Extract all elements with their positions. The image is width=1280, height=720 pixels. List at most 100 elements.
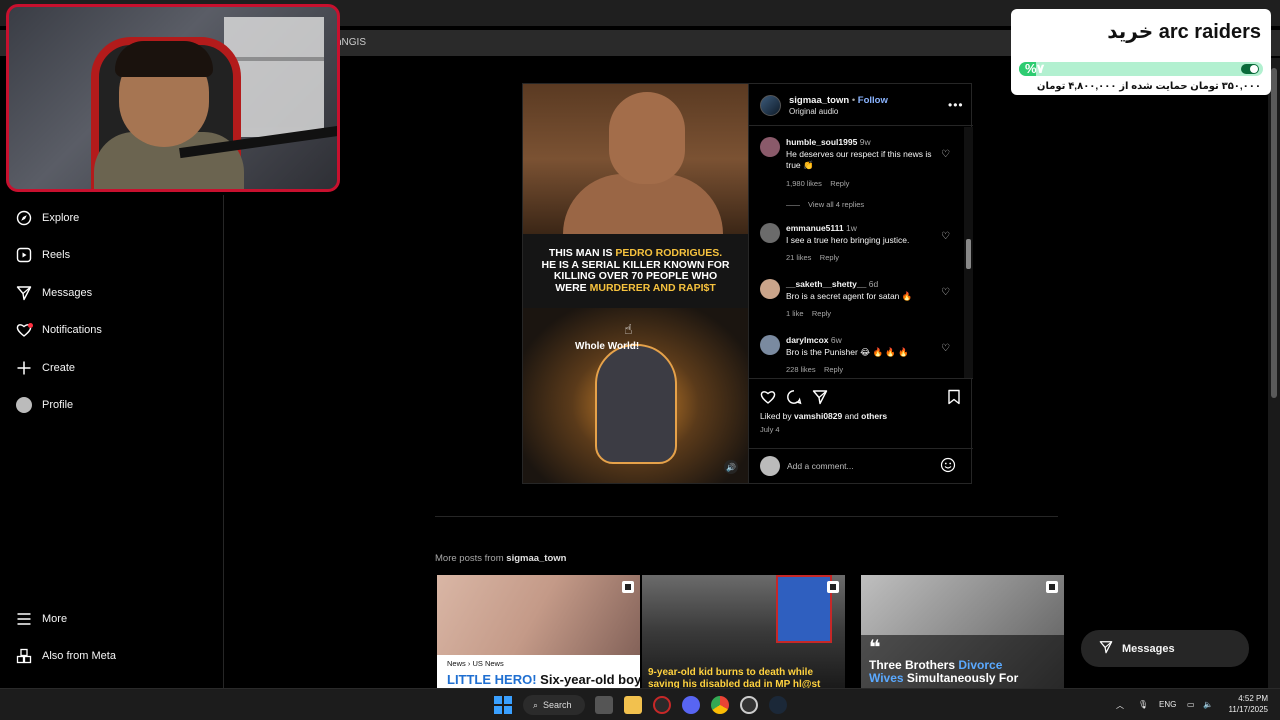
- sidebar-item-messages[interactable]: Messages: [16, 281, 92, 305]
- taskbar-search[interactable]: ⌕ Search: [523, 695, 585, 715]
- avatar[interactable]: [760, 335, 780, 355]
- donation-title: خرید arc raiders: [1107, 21, 1261, 43]
- avatar: [760, 456, 780, 476]
- post-username[interactable]: sigmaa_town: [789, 95, 849, 106]
- page-scrollbar[interactable]: [1268, 58, 1280, 688]
- search-icon: ⌕: [533, 699, 539, 710]
- volume-icon[interactable]: 🔈: [1203, 700, 1213, 709]
- donation-goal-widget: خرید arc raiders %۷ ۳۵۰,۰۰۰ تومان حمایت …: [1011, 9, 1271, 95]
- comments-list: humble_soul1995 9w He deserves our respe…: [749, 127, 973, 379]
- liked-by-others[interactable]: others: [861, 411, 887, 421]
- reply-button[interactable]: Reply: [820, 253, 839, 262]
- sidebar-item-label: Create: [42, 362, 76, 374]
- add-comment-input[interactable]: [787, 458, 927, 474]
- grid-apps-icon: [16, 648, 32, 664]
- media-overlay-text: Whole World!: [575, 341, 640, 352]
- add-comment-bar: [749, 448, 973, 483]
- messages-button[interactable]: Messages: [1081, 630, 1249, 667]
- heart-icon[interactable]: ♡: [941, 149, 950, 160]
- comment-likes[interactable]: 21 likes: [786, 253, 811, 262]
- taskbar-clock[interactable]: 4:52 PM 11/17/2025: [1222, 693, 1268, 715]
- obs-icon[interactable]: [740, 696, 758, 714]
- heart-icon[interactable]: ♡: [941, 343, 950, 354]
- post-media[interactable]: THIS MAN IS PEDRO RODRIGUES. HE IS A SER…: [523, 84, 748, 483]
- comment-username[interactable]: darylmcox: [786, 335, 829, 345]
- discord-icon[interactable]: [682, 696, 700, 714]
- donation-progress-bar: [1019, 62, 1263, 76]
- sidebar-item-reels[interactable]: Reels: [16, 243, 70, 267]
- sidebar-item-label: Reels: [42, 249, 71, 261]
- avatar[interactable]: [760, 223, 780, 243]
- speaker-icon[interactable]: 🔊: [724, 460, 738, 474]
- view-replies-button[interactable]: View all 4 replies: [786, 200, 864, 209]
- share-paper-plane-icon[interactable]: [811, 388, 829, 406]
- sidebar-item-explore[interactable]: Explore: [16, 206, 79, 230]
- emoji-icon[interactable]: [940, 457, 956, 473]
- hamburger-icon: [16, 611, 32, 627]
- comment-likes[interactable]: 1,980 likes: [786, 179, 822, 188]
- sidebar-item-label: Explore: [42, 212, 80, 224]
- avatar[interactable]: [760, 137, 780, 157]
- chrome-icon[interactable]: [711, 696, 729, 714]
- comment-bubble-icon[interactable]: [785, 388, 803, 406]
- windows-taskbar: ⌕ Search ︿ 🎙 ENG ▭ 🔈 4:52 PM 11/17/2025: [0, 688, 1280, 720]
- page-scrollbar-thumb[interactable]: [1271, 68, 1277, 398]
- liked-by-user[interactable]: vamshi0829: [794, 411, 842, 421]
- reply-button[interactable]: Reply: [824, 365, 843, 374]
- plus-icon: [16, 360, 32, 376]
- follow-button[interactable]: Follow: [858, 95, 888, 106]
- post-card: THIS MAN IS PEDRO RODRIGUES. HE IS A SER…: [522, 83, 973, 484]
- sidebar-item-also-from-meta[interactable]: Also from Meta: [16, 644, 116, 668]
- reel-badge-icon: [827, 581, 839, 593]
- comment-username[interactable]: emmanue5111: [786, 223, 844, 233]
- avatar[interactable]: [760, 279, 780, 299]
- windows-start-icon[interactable]: [494, 696, 512, 714]
- microphone-icon[interactable]: 🎙: [1138, 700, 1148, 709]
- avatar[interactable]: [760, 95, 781, 116]
- comment-username[interactable]: __saketh__shetty__: [786, 279, 866, 289]
- comment-text: He deserves our respect if this news is …: [786, 149, 932, 170]
- sidebar-item-label: Notifications: [42, 324, 102, 336]
- task-view-icon[interactable]: [595, 696, 613, 714]
- reply-button[interactable]: Reply: [830, 179, 849, 188]
- liked-by: Liked by vamshi0829 and others: [760, 411, 888, 421]
- file-explorer-icon[interactable]: [624, 696, 642, 714]
- media-caption: THIS MAN IS PEDRO RODRIGUES. HE IS A SER…: [523, 234, 748, 308]
- more-options-icon[interactable]: •••: [948, 98, 964, 112]
- post-thumbnail[interactable]: ❝ Three Brothers Divorce Wives Simultaneo…: [861, 575, 1064, 688]
- comment-text: Bro is the Punisher 😂 🔥 🔥 🔥: [786, 347, 909, 357]
- comment-likes[interactable]: 228 likes: [786, 365, 816, 374]
- like-heart-icon[interactable]: [759, 388, 777, 406]
- post-thumbnail[interactable]: News › US News LITTLE HERO! Six-year-old…: [437, 575, 640, 688]
- comment-likes[interactable]: 1 like: [786, 309, 804, 318]
- post-date[interactable]: July 4: [760, 425, 780, 434]
- sidebar-item-profile[interactable]: Profile: [16, 393, 73, 417]
- post-thumbnail[interactable]: 9-year-old kid burns to death while savi…: [642, 575, 845, 688]
- sidebar-item-label: Messages: [42, 287, 93, 299]
- heart-icon[interactable]: ♡: [941, 287, 950, 298]
- section-divider: [435, 516, 1058, 517]
- paper-plane-icon: [1099, 640, 1113, 657]
- comments-scrollbar-thumb[interactable]: [966, 239, 971, 269]
- steam-icon[interactable]: [769, 696, 787, 714]
- comments-scrollbar[interactable]: [964, 127, 973, 378]
- sidebar-item-create[interactable]: Create: [16, 356, 75, 380]
- notification-dot: [28, 323, 33, 328]
- sidebar-item-more[interactable]: More: [16, 607, 67, 631]
- original-audio-link[interactable]: Original audio: [789, 107, 838, 116]
- network-icon[interactable]: ▭: [1187, 700, 1195, 709]
- comment-username[interactable]: humble_soul1995: [786, 137, 857, 147]
- sidebar-nav: Explore Reels Messages Notifications Cre…: [0, 195, 224, 688]
- toolbar-breadcrumb[interactable]: nNGIS: [336, 37, 366, 48]
- more-posts-heading: More posts from sigmaa_town: [435, 553, 567, 564]
- reply-button[interactable]: Reply: [812, 309, 831, 318]
- app-red-icon[interactable]: [653, 696, 671, 714]
- tray-chevron-icon[interactable]: ︿: [1116, 700, 1124, 711]
- more-posts-username[interactable]: sigmaa_town: [506, 553, 566, 564]
- language-indicator[interactable]: ENG: [1159, 700, 1176, 709]
- bookmark-icon[interactable]: [945, 388, 963, 406]
- post-header: sigmaa_town • Follow Original audio •••: [749, 84, 973, 126]
- sidebar-item-notifications[interactable]: Notifications: [16, 318, 102, 342]
- mouse-cursor-icon: ☝: [624, 321, 633, 337]
- heart-icon[interactable]: ♡: [941, 231, 950, 242]
